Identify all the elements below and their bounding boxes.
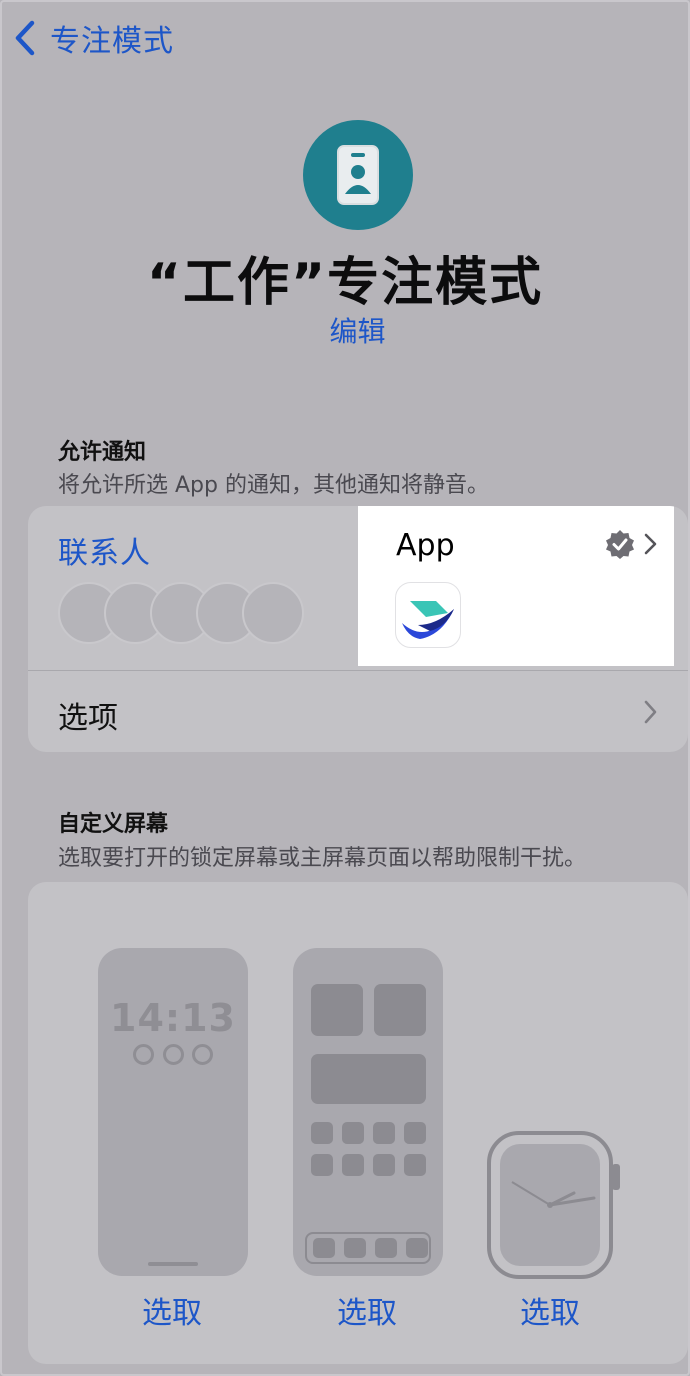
dock [305, 1232, 431, 1264]
app-icon [373, 1122, 395, 1144]
home-screen-preview[interactable] [293, 948, 443, 1276]
app-icon [311, 1154, 333, 1176]
chevron-right-icon [644, 533, 657, 555]
focus-mode-title: “工作”专注模式 [146, 253, 544, 313]
avatar [242, 582, 304, 644]
watch-face-preview[interactable] [486, 1130, 626, 1280]
custom-screens-title: 自定义屏幕 [58, 812, 169, 837]
verified-badge-icon [606, 530, 634, 559]
app-icon [311, 1122, 333, 1144]
lock-screen-time: 14:13 [110, 996, 236, 1040]
feishu-app-icon [395, 582, 461, 648]
app-icon [373, 1154, 395, 1176]
allow-notifications-subtitle: 将允许所选 App 的通知，其他通知将静音。 [58, 473, 489, 498]
app-icon [404, 1122, 426, 1144]
contacts-label: 联系人 [58, 536, 151, 571]
lock-screen-widgets [133, 1044, 213, 1065]
widget [374, 984, 426, 1036]
back-button[interactable]: 专注模式 [12, 16, 174, 60]
chevron-left-icon [15, 20, 35, 56]
edit-button[interactable]: 编辑 [0, 310, 690, 350]
custom-screens-card: 14:13 选取 选取 选取 [28, 882, 688, 1364]
select-home-screen-button[interactable]: 选取 [337, 1288, 397, 1332]
select-lock-screen-button[interactable]: 选取 [142, 1288, 202, 1332]
app-icon [342, 1154, 364, 1176]
options-row[interactable]: 选项 [28, 671, 688, 751]
app-icon [404, 1154, 426, 1176]
home-indicator [148, 1262, 198, 1266]
back-label: 专注模式 [50, 24, 174, 59]
custom-screens-subtitle: 选取要打开的锁定屏幕或主屏幕页面以帮助限制干扰。 [58, 846, 587, 871]
contacts-cell[interactable]: 联系人 [28, 506, 358, 670]
options-label: 选项 [58, 701, 118, 736]
allow-notifications-card: 联系人 App 选项 [28, 506, 688, 752]
lock-screen-preview[interactable]: 14:13 [98, 948, 248, 1276]
widget [311, 984, 363, 1036]
widget [311, 1054, 426, 1104]
apps-cell[interactable]: App [358, 506, 674, 666]
apps-label: App [396, 528, 455, 563]
chevron-right-icon [644, 700, 657, 724]
allow-notifications-title: 允许通知 [58, 440, 147, 465]
id-badge-icon [303, 120, 413, 230]
select-watch-face-button[interactable]: 选取 [520, 1288, 580, 1332]
app-icon [342, 1122, 364, 1144]
